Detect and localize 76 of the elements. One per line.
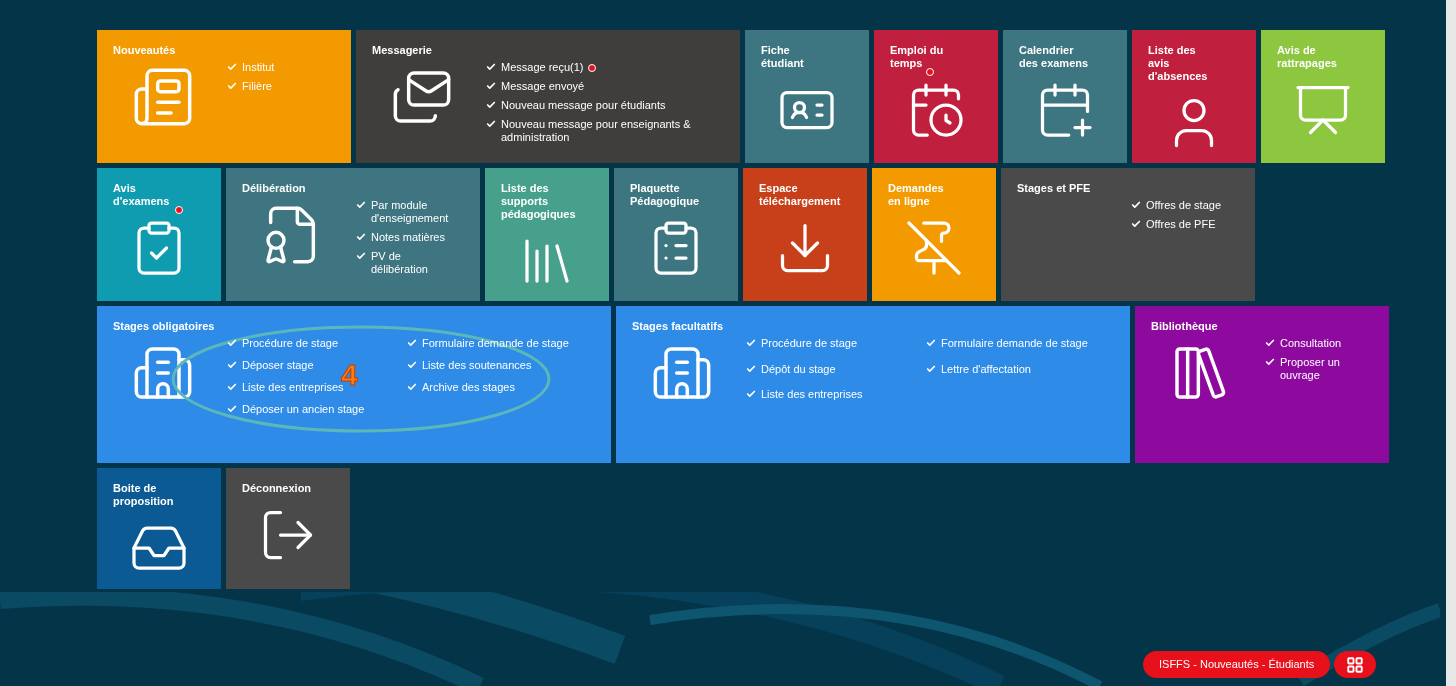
tile-link[interactable]: Nouveau message pour enseignants & administration	[501, 118, 724, 144]
tile-link[interactable]: Par module d'enseignement	[371, 199, 460, 225]
menu-tile[interactable]: Emploi du temps	[874, 30, 998, 163]
tile-title: Nouveautés	[113, 44, 176, 57]
tile-link[interactable]: Déposer un ancien stage	[242, 403, 365, 416]
check-icon	[746, 389, 756, 400]
tile-title: Fiche étudiant	[761, 44, 804, 70]
menu-tile[interactable]: Stages et PFE Offres de stage Offres de PFE	[1001, 168, 1255, 301]
tile-link[interactable]: Liste des soutenances	[422, 359, 532, 372]
menu-tile[interactable]: Liste des avis d'absences	[1132, 30, 1256, 163]
tile-title: Stages et PFE	[1017, 182, 1091, 195]
check-icon	[227, 382, 237, 392]
tile-link[interactable]: Consultation	[1280, 337, 1342, 350]
tile-title: Délibération	[242, 182, 306, 195]
menu-tile[interactable]: Bibliothèque Consultation Proposer un ouvrage	[1135, 306, 1389, 463]
tile-link[interactable]: Déposer stage	[242, 359, 314, 372]
tile-link[interactable]: PV de délibération	[371, 250, 460, 276]
check-icon	[227, 404, 237, 414]
check-icon	[356, 200, 366, 210]
tile-title: Plaquette Pédagogique	[630, 182, 700, 208]
tile-link[interactable]: Lettre d'affectation	[941, 362, 1031, 376]
check-icon	[926, 338, 936, 348]
tile-title: Messagerie	[372, 44, 432, 57]
tile-title: Liste des avis d'absences	[1148, 44, 1208, 83]
tile-title: Demandes en ligne	[888, 182, 944, 208]
tile-link[interactable]: Notes matières	[371, 231, 445, 244]
menu-tile[interactable]: Liste des supports pédagogiques	[485, 168, 609, 301]
menu-tile[interactable]: Plaquette Pédagogique	[614, 168, 738, 301]
tile-link[interactable]: Procédure de stage	[242, 337, 338, 350]
scrollbar[interactable]	[1446, 0, 1456, 686]
check-icon	[407, 360, 417, 370]
tile-link[interactable]: Formulaire demande de stage	[941, 337, 1088, 350]
tile-title: Espace téléchargement	[759, 182, 841, 208]
menu-tile[interactable]: Boite de proposition	[97, 468, 221, 589]
tile-link[interactable]: Offres de PFE	[1146, 218, 1216, 231]
check-icon	[926, 363, 936, 374]
tile-link[interactable]: Liste des entreprises	[242, 381, 344, 394]
tile-link[interactable]: Nouveau message pour étudiants	[501, 99, 666, 112]
crossed-pin-icon	[904, 218, 964, 278]
check-icon	[746, 338, 756, 348]
tile-link[interactable]: Formulaire demande de stage	[422, 337, 569, 350]
check-icon	[227, 360, 237, 370]
tile-link[interactable]: Liste des entreprises	[761, 388, 863, 402]
menu-tile[interactable]: Espace téléchargement	[743, 168, 867, 301]
menu-tile[interactable]: Stages facultatifs Procédure de stage Formulaire demande de stage Dépôt du stage Lettre d'affectation Liste des entreprises	[616, 306, 1130, 463]
menu-tile[interactable]: Fiche étudiant	[745, 30, 869, 163]
footer-link-button[interactable]: ISFFS - Nouveautés - Étudiants	[1143, 651, 1331, 678]
menu-tile[interactable]: 4 Stages obligatoires Procédure de stage Formulaire demande de stage Déposer stage Liste des soutenances Liste des entreprises Archive des stages Déposer un ancien stage	[97, 306, 611, 463]
tile-link[interactable]: Archive des stages	[422, 381, 515, 394]
menu-tile[interactable]: Déconnexion	[226, 468, 350, 589]
menu-tile[interactable]: Messagerie Message reçu(1) Message envoyé Nouveau message pour étudiants Nouveau message pour enseignants & administration	[356, 30, 740, 163]
tile-link[interactable]: Message reçu(1)	[501, 61, 596, 74]
tile-title: Avis de rattrapages	[1277, 44, 1337, 70]
tile-link[interactable]: Message envoyé	[501, 80, 585, 93]
tile-link[interactable]: Offres de stage	[1146, 199, 1221, 212]
check-icon	[407, 338, 417, 348]
tile-title: Calendrier des examens	[1019, 44, 1089, 70]
tile-link[interactable]: Proposer un ouvrage	[1280, 356, 1369, 382]
check-icon	[227, 338, 237, 348]
tile-title: Liste des supports pédagogiques	[501, 182, 576, 221]
tile-title: Déconnexion	[242, 482, 312, 495]
tile-title: Bibliothèque	[1151, 320, 1218, 333]
check-icon	[407, 382, 417, 392]
tile-link[interactable]: Dépôt du stage	[761, 362, 836, 376]
grid-menu-button[interactable]	[1334, 651, 1377, 678]
tile-title: Stages obligatoires	[113, 320, 215, 333]
tile-title: Stages facultatifs	[632, 320, 724, 333]
tile-title: Avis d'examens	[113, 182, 170, 208]
tile-link[interactable]: Procédure de stage	[761, 337, 857, 350]
menu-tile[interactable]: Calendrier des examens	[1003, 30, 1127, 163]
grid-icon	[1346, 655, 1365, 674]
check-icon	[746, 363, 756, 374]
menu-tile[interactable]: Délibération Par module d'enseignement Notes matières PV de délibération	[226, 168, 480, 301]
menu-tile[interactable]: Avis d'examens	[97, 168, 221, 301]
tile-title: Boite de proposition	[113, 482, 174, 508]
tile-title: Emploi du temps	[890, 44, 944, 70]
